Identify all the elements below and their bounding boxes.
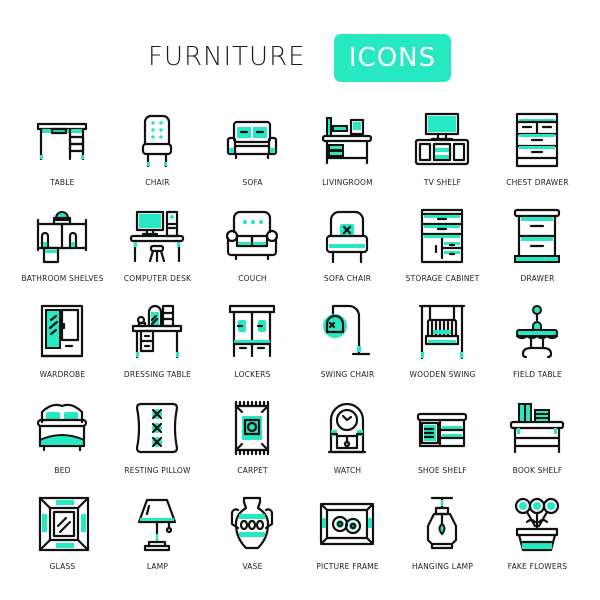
- icon-tile: BOOK SHELF: [490, 398, 585, 493]
- icon-tile: WOODEN SWING: [395, 302, 490, 397]
- icon-tile: CHEST DRAWER: [490, 110, 585, 205]
- bed-icon: [36, 403, 88, 452]
- icon-label: HANGING LAMP: [411, 562, 474, 571]
- icon-tile: LIVINGROOM: [300, 110, 395, 205]
- icon-tile: SOFA CHAIR: [300, 206, 395, 301]
- icon-label: CARPET: [237, 466, 268, 475]
- icon-label: FIELD TABLE: [513, 370, 562, 379]
- icon-tile: CHAIR: [110, 110, 205, 205]
- icon-tile: SHOE SHELF: [395, 398, 490, 493]
- chest-drawer-icon: [515, 112, 559, 168]
- watch-icon: [327, 402, 367, 454]
- icon-label: RESTING PILLOW: [124, 466, 191, 475]
- couch-icon: [225, 210, 279, 261]
- icon-tile: VASE: [205, 494, 300, 589]
- icon-tile: STORAGE CABINET: [395, 206, 490, 301]
- dressing-table-icon: [131, 304, 183, 359]
- icon-tile: CARPET: [205, 398, 300, 493]
- icon-label: DRAWER: [520, 274, 555, 283]
- book-shelf-icon: [509, 403, 565, 454]
- storage-cabinet-icon: [420, 208, 464, 264]
- icon-label: CHAIR: [145, 178, 170, 187]
- icon-tile: FIELD TABLE: [490, 302, 585, 397]
- vase-icon: [230, 496, 274, 550]
- title-badge: ICONS: [334, 34, 451, 82]
- icon-label: DRESSING TABLE: [123, 370, 192, 379]
- resting-pillow-icon: [135, 402, 179, 454]
- fake-flowers-icon: [514, 497, 560, 552]
- tv-shelf-icon: [414, 112, 470, 166]
- icon-label: WOODEN SWING: [409, 370, 476, 379]
- picture-frame-icon: [319, 502, 375, 546]
- icon-label: PICTURE FRAME: [316, 562, 379, 571]
- field-table-icon: [515, 305, 559, 359]
- icon-tile: COUCH: [205, 206, 300, 301]
- icon-tile: WATCH: [300, 398, 395, 493]
- icon-label: COUCH: [238, 274, 267, 283]
- livingroom-icon: [321, 117, 373, 165]
- chair-icon: [141, 114, 173, 168]
- icon-tile: SOFA: [205, 110, 300, 205]
- icon-tile: BATHROOM SHELVES: [15, 206, 110, 301]
- bathroom-shelves-icon: [36, 211, 88, 264]
- icon-tile: BED: [15, 398, 110, 493]
- icon-label: TV SHELF: [423, 178, 462, 187]
- icon-label: CHEST DRAWER: [506, 178, 569, 187]
- icon-label: FAKE FLOWERS: [507, 562, 568, 571]
- icon-label: BATHROOM SHELVES: [21, 274, 104, 283]
- icon-tile: LOCKERS: [205, 302, 300, 397]
- icon-tile: DRAWER: [490, 206, 585, 301]
- sofa-icon: [226, 120, 278, 160]
- icon-tile: PICTURE FRAME: [300, 494, 395, 589]
- glass-icon: [38, 496, 90, 552]
- icon-label: WARDROBE: [39, 370, 86, 379]
- wooden-swing-icon: [418, 304, 466, 360]
- shoe-shelf-icon: [416, 412, 468, 448]
- table-icon: [36, 122, 88, 161]
- icon-label: LOCKERS: [234, 370, 271, 379]
- sofa-chair-icon: [325, 210, 369, 264]
- icon-label: STORAGE CABINET: [405, 274, 480, 283]
- carpet-icon: [234, 400, 270, 456]
- icon-label: SOFA CHAIR: [323, 274, 372, 283]
- hanging-lamp-icon: [426, 496, 458, 550]
- icon-tile: LAMP: [110, 494, 205, 589]
- icon-tile: DRESSING TABLE: [110, 302, 205, 397]
- icon-tile: TABLE: [15, 110, 110, 205]
- wardrobe-icon: [40, 304, 84, 358]
- icon-tile: HANGING LAMP: [395, 494, 490, 589]
- icon-tile: WARDROBE: [15, 302, 110, 397]
- lamp-icon: [137, 498, 177, 552]
- icon-label: COMPUTER DESK: [123, 274, 192, 283]
- icon-label: SHOE SHELF: [417, 466, 468, 475]
- drawer-icon: [513, 208, 561, 263]
- header: FURNITURE ICONS: [0, 34, 600, 84]
- computer-desk-icon: [129, 210, 185, 263]
- icon-tile: TV SHELF: [395, 110, 490, 205]
- icon-label: GLASS: [49, 562, 76, 571]
- lockers-icon: [228, 304, 276, 358]
- icon-tile: GLASS: [15, 494, 110, 589]
- icon-tile: SWING CHAIR: [300, 302, 395, 397]
- icon-grid: TABLE CHAIR SOFA LIVINGROOM TV SHELF CHEST DR…: [15, 110, 585, 590]
- icon-label: LIVINGROOM: [322, 178, 373, 187]
- icon-label: LAMP: [146, 562, 169, 571]
- icon-label: BOOK SHELF: [512, 466, 563, 475]
- icon-tile: COMPUTER DESK: [110, 206, 205, 301]
- page-title: FURNITURE: [148, 42, 306, 72]
- icon-tile: RESTING PILLOW: [110, 398, 205, 493]
- icon-label: BED: [54, 466, 71, 475]
- swing-chair-icon: [323, 304, 371, 356]
- icon-label: TABLE: [50, 178, 75, 187]
- icon-label: SWING CHAIR: [320, 370, 375, 379]
- icon-label: WATCH: [333, 466, 362, 475]
- icon-label: SOFA: [242, 178, 263, 187]
- icon-label: VASE: [242, 562, 263, 571]
- icon-tile: FAKE FLOWERS: [490, 494, 585, 589]
